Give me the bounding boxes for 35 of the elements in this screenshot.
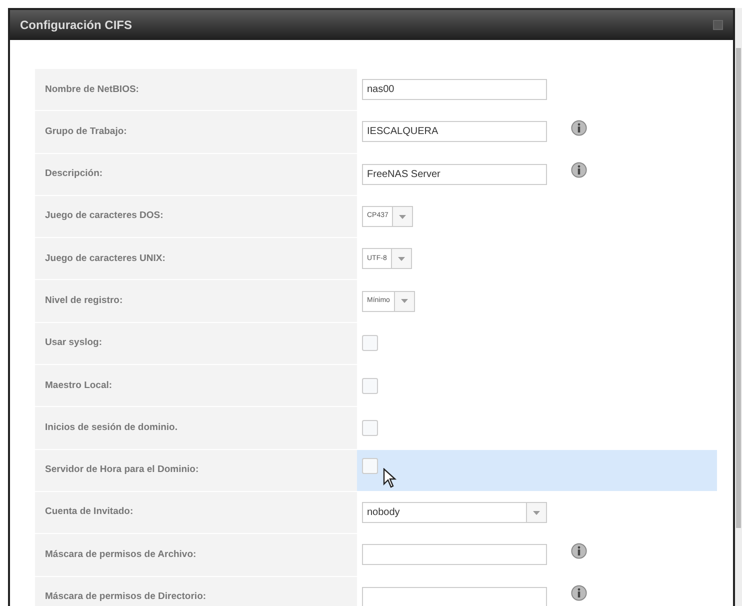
scrollbar[interactable]: [735, 8, 742, 606]
field-label: Juego de caracteres UNIX:: [45, 252, 166, 266]
caret-icon: [533, 510, 540, 515]
text-field[interactable]: nas00: [362, 79, 547, 100]
caret-icon: [398, 256, 405, 261]
checkbox[interactable]: [362, 458, 378, 474]
field-label: Inicios de sesión de dominio.: [45, 420, 178, 435]
field-label: Nivel de registro:: [45, 294, 123, 308]
text-field[interactable]: IESCALQUERA: [362, 121, 547, 142]
text-field[interactable]: [362, 586, 547, 606]
info-icon[interactable]: [571, 120, 587, 136]
window-title: Configuración CIFS: [20, 17, 132, 34]
info-icon[interactable]: [571, 162, 587, 178]
field-label: Máscara de permisos de Archivo:: [45, 548, 196, 562]
field-label: Servidor de Hora para el Dominio:: [45, 463, 199, 478]
square-icon[interactable]: [713, 20, 723, 30]
caret-icon: [399, 214, 406, 219]
checkbox[interactable]: [362, 420, 378, 436]
info-icon[interactable]: [571, 585, 587, 602]
field-label: Juego de caracteres DOS:: [45, 209, 164, 224]
field-label: Cuenta de Invitado:: [45, 505, 134, 520]
text-field[interactable]: FreeNAS Server: [362, 164, 547, 185]
mouse-pointer-icon: [383, 468, 397, 488]
field-label: Usar syslog:: [45, 336, 102, 350]
checkbox[interactable]: [362, 378, 378, 394]
text-field[interactable]: [362, 544, 547, 566]
field-label: Nombre de NetBIOS:: [45, 82, 139, 97]
caret-icon: [400, 299, 408, 304]
field-label: Maestro Local:: [45, 378, 112, 393]
field-label: Grupo de Trabajo:: [45, 124, 127, 139]
field-label: Descripción:: [45, 167, 103, 182]
dropdown[interactable]: nobody: [362, 502, 547, 524]
info-icon[interactable]: [571, 542, 587, 559]
field-label: Máscara de permisos de Directorio:: [45, 590, 206, 604]
checkbox[interactable]: [362, 335, 378, 352]
